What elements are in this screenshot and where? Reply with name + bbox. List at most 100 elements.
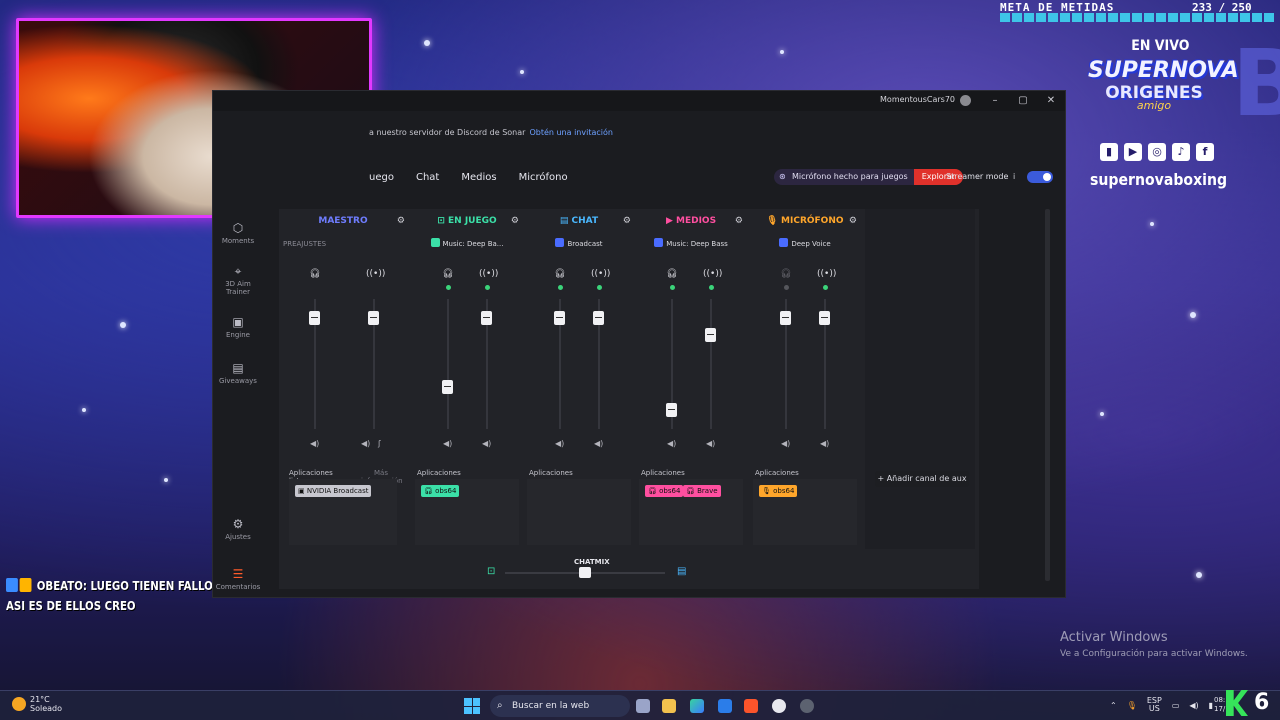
twitch-icon: ▮ [1100,143,1118,161]
speaker-icon[interactable]: ◀) [781,439,790,448]
active-indicator [709,285,714,290]
battery-icon[interactable]: ▮ [1209,701,1213,710]
start-button[interactable] [464,698,480,714]
headphones-icon[interactable]: 🎧︎ [440,269,456,279]
stream-volume-slider[interactable] [481,310,492,325]
monitor-volume-slider[interactable] [666,403,677,418]
maximize-icon[interactable]: ▢ [1015,93,1031,109]
sidebar-item-aim-trainer[interactable]: ⌖ 3D Aim Trainer [213,264,263,296]
sonar-window: MomentousCars70 – ▢ ✕ a nuestro servidor… [212,90,1066,598]
headphones-icon[interactable]: 🎧︎ [307,269,323,279]
tab-chat[interactable]: Chat [416,172,439,183]
add-aux-channel-button[interactable]: + Añadir canal de aux [875,471,969,487]
brave-icon[interactable] [744,699,758,713]
file-explorer-icon[interactable] [662,699,676,713]
network-icon[interactable]: ▭ [1172,701,1180,710]
tab-game[interactable]: uego [369,172,394,183]
speaker-icon[interactable]: ◀) [310,439,319,448]
info-icon[interactable]: i [1013,172,1015,181]
ear-icon[interactable]: ʃ [378,439,381,448]
stream-icon[interactable]: ((•)) [479,269,498,279]
stream-volume-slider[interactable] [705,328,716,342]
chat-username: OBEATO: [36,579,87,593]
monitor-volume-slider[interactable] [309,310,320,325]
channel-header: ⊡ EN JUEGO ⚙ [413,212,521,230]
minimize-icon[interactable]: – [987,93,1003,109]
microphone-icon[interactable]: 🎙︎ [1127,701,1137,710]
active-indicator [558,285,563,290]
apps-label: Aplicaciones [755,469,799,477]
scrollbar[interactable] [1045,209,1050,581]
stream-volume-slider[interactable] [368,310,379,325]
gamepad-icon: ⊡ [487,566,496,577]
tab-media[interactable]: Medios [461,172,496,183]
preset-selector[interactable]: Deep Voice [755,237,855,251]
gear-icon[interactable]: ⚙ [511,212,519,230]
obs-icon[interactable] [800,699,814,713]
stream-icon[interactable]: ((•)) [703,269,722,279]
headphones-off-icon[interactable]: 🎧︎ [778,269,794,279]
stream-icon[interactable]: ((•)) [366,269,385,279]
discord-invite-link[interactable]: Obtén una invitación [529,128,613,137]
channel-name: CHAT [571,216,599,226]
app-name: obs64 [773,487,795,495]
preset-selector[interactable]: Music: Deep Bass [641,237,741,251]
app-chip[interactable]: 🎧︎ Brave [683,485,721,497]
taskbar-search[interactable]: ⌕ Buscar en la web [490,695,630,717]
channel-mic: 🎙︎ MICRÓFONO ⚙ Deep Voice 🎧︎ ((•)) ◀) ◀)… [751,209,859,549]
speaker-icon[interactable]: ◀) [820,439,829,448]
sidebar-item-giveaways[interactable]: ▤ Giveaways [213,361,263,385]
monitor-volume-slider[interactable] [780,310,791,325]
speaker-icon[interactable]: ◀) [706,439,715,448]
mic-promo-icon: ⊛ [779,172,786,181]
preset-selector[interactable]: Music: Deep Ba... [417,237,517,251]
speaker-icon[interactable]: ◀) [361,439,370,448]
app-chip[interactable]: 🎧︎ obs64 [645,485,684,497]
sidebar-item-settings[interactable]: ⚙ Ajustes [213,517,263,541]
task-view-icon[interactable] [636,699,650,713]
language-indicator[interactable]: ESP US [1147,697,1162,713]
monitor-volume-slider[interactable] [442,380,453,395]
speaker-icon[interactable]: ◀) [594,439,603,448]
stream-volume-slider[interactable] [819,310,830,325]
apps-label: Aplicaciones [529,469,573,477]
close-icon[interactable]: ✕ [1043,93,1059,109]
chatmix-slider[interactable] [579,567,591,578]
slider-track [710,299,712,429]
avatar[interactable] [960,95,971,106]
sidebar-item-feedback[interactable]: ☰ Comentarios [213,567,263,591]
chat-message: LUEGO TIENEN FALLOS [90,579,221,593]
speaker-icon[interactable]: ◀) [667,439,676,448]
preset-selector[interactable]: Broadcast [529,237,629,251]
speaker-icon[interactable]: ◀) [443,439,452,448]
app-chip[interactable]: 🎧︎ obs64 [421,485,460,497]
gear-icon[interactable]: ⚙ [397,212,405,230]
chevron-up-icon[interactable]: ⌃ [1110,701,1117,710]
stream-volume-slider[interactable] [593,310,604,325]
gear-icon[interactable]: ⚙ [849,212,857,230]
app-name: obs64 [659,487,681,495]
volume-icon[interactable]: ◀) [1189,701,1198,710]
headphones-icon[interactable]: 🎧︎ [552,269,568,279]
store-icon[interactable] [718,699,732,713]
app-chip[interactable]: 🎙︎ obs64 [759,485,798,497]
stream-icon[interactable]: ((•)) [817,269,836,279]
sidebar-item-engine[interactable]: ▣ Engine [213,315,263,339]
edge-icon[interactable] [690,699,704,713]
app-name: obs64 [435,487,457,495]
tab-mic[interactable]: Micrófono [519,172,568,183]
streamer-mode-toggle[interactable] [1027,171,1053,183]
preset-name: Music: Deep Bass [666,240,728,248]
app-chip[interactable]: ▣ NVIDIA Broadcast [295,485,372,497]
steelseries-icon[interactable] [772,699,786,713]
speaker-icon[interactable]: ◀) [482,439,491,448]
gear-icon[interactable]: ⚙ [623,212,631,230]
sidebar-item-moments[interactable]: ⬡ Moments [213,221,263,245]
monitor-volume-slider[interactable] [554,310,565,325]
stream-icon[interactable]: ((•)) [591,269,610,279]
gear-icon[interactable]: ⚙ [735,212,743,230]
speaker-icon[interactable]: ◀) [555,439,564,448]
headphones-icon[interactable]: 🎧︎ [664,269,680,279]
weather-widget[interactable]: 21°C Soleado [12,695,62,713]
user-name[interactable]: MomentousCars70 [880,95,955,104]
